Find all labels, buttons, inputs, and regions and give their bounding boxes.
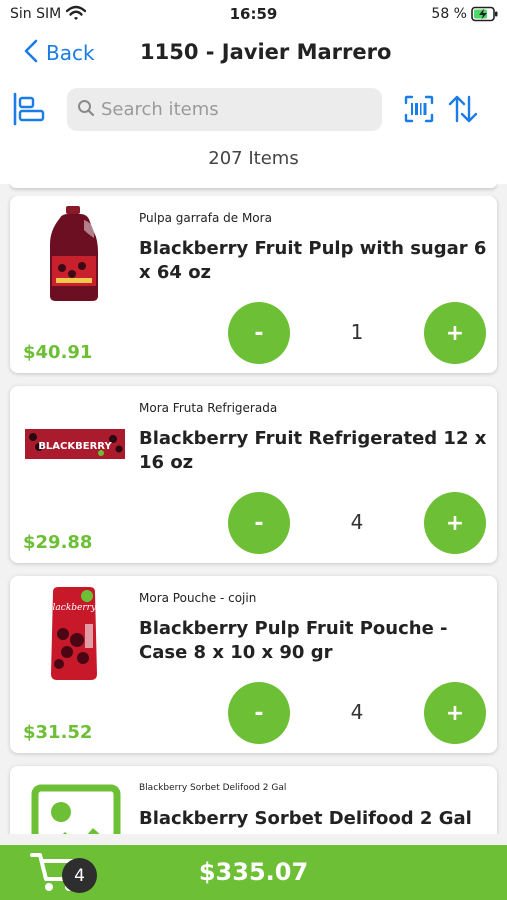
product-name: Blackberry Fruit Pulp with sugar 6 x 64 …	[139, 238, 487, 283]
search-icon	[77, 99, 95, 121]
product-card[interactable]: BLACKBERRY Mora Fruta Refrigerada Blackb…	[10, 386, 497, 563]
item-count-bar: 207 Items	[0, 142, 507, 184]
product-image	[24, 204, 124, 304]
product-list[interactable]: Pulpa garrafa de Mora Blackberry Fruit P…	[0, 196, 507, 834]
box-label: BLACKBERRY	[38, 441, 112, 452]
decrease-quantity-button[interactable]: -	[228, 302, 290, 364]
battery-charging-icon	[471, 6, 499, 26]
search-toolbar	[0, 78, 507, 142]
sort-arrows-icon	[448, 95, 478, 123]
product-image	[30, 784, 122, 834]
image-placeholder-icon	[31, 784, 121, 834]
increase-quantity-button[interactable]: +	[424, 302, 486, 364]
product-price: $29.88	[23, 532, 93, 553]
product-subtitle: Blackberry Sorbet Delifood 2 Gal	[139, 783, 287, 793]
product-price: $31.52	[23, 722, 93, 743]
product-image: Blackberry	[24, 584, 124, 684]
cart-footer-bar[interactable]: 4 $335.07	[0, 845, 507, 900]
app-screen: Sin SIM 16:59 58 % Back 1150 - Javier Ma…	[0, 0, 507, 900]
navigation-bar: Back 1150 - Javier Marrero	[0, 30, 507, 78]
chevron-left-icon	[24, 39, 38, 67]
product-subtitle: Mora Fruta Refrigerada	[139, 401, 278, 415]
product-name: Blackberry Sorbet Delifood 2 Gal	[139, 808, 472, 829]
quantity-value: 4	[350, 700, 364, 724]
barcode-scan-button[interactable]	[404, 95, 434, 127]
page-title: 1150 - Javier Marrero	[140, 40, 392, 64]
layout-toggle-button[interactable]	[12, 92, 46, 130]
product-subtitle: Pulpa garrafa de Mora	[139, 211, 272, 225]
align-left-icon	[13, 92, 45, 126]
box-icon: BLACKBERRY	[25, 429, 125, 459]
product-price: $40.91	[23, 342, 93, 363]
item-count: 207 Items	[208, 148, 299, 169]
search-bar[interactable]	[67, 88, 382, 131]
battery-percentage: 58 %	[431, 6, 467, 22]
product-subtitle: Mora Pouche - cojin	[139, 591, 257, 605]
jug-icon	[50, 206, 98, 301]
decrease-quantity-button[interactable]: -	[228, 682, 290, 744]
pouch-icon: Blackberry	[47, 587, 97, 680]
quantity-value: 1	[350, 320, 364, 344]
quantity-value: 4	[350, 510, 364, 534]
increase-quantity-button[interactable]: +	[424, 682, 486, 744]
product-image: BLACKBERRY	[24, 394, 126, 494]
pouch-label: Blackberry	[47, 603, 97, 613]
increase-quantity-button[interactable]: +	[424, 492, 486, 554]
status-bar: Sin SIM 16:59 58 %	[0, 0, 507, 30]
product-name: Blackberry Pulp Fruit Pouche - Case 8 x …	[139, 618, 448, 663]
product-card[interactable]: Pulpa garrafa de Mora Blackberry Fruit P…	[10, 196, 497, 373]
product-card[interactable]: Blackberry Mora Pouche - cojin Blackberr…	[10, 576, 497, 753]
list-header-divider	[10, 182, 497, 188]
sort-button[interactable]	[448, 94, 478, 128]
barcode-scan-icon	[404, 95, 434, 123]
decrease-quantity-button[interactable]: -	[228, 492, 290, 554]
product-name: Blackberry Fruit Refrigerated 12 x 16 oz	[139, 428, 487, 473]
product-card[interactable]: Blackberry Sorbet Delifood 2 Gal Blackbe…	[10, 766, 497, 834]
cart-total: $335.07	[198, 858, 309, 886]
search-input[interactable]	[101, 99, 361, 120]
back-label: Back	[46, 41, 95, 65]
back-button[interactable]: Back	[24, 38, 95, 68]
